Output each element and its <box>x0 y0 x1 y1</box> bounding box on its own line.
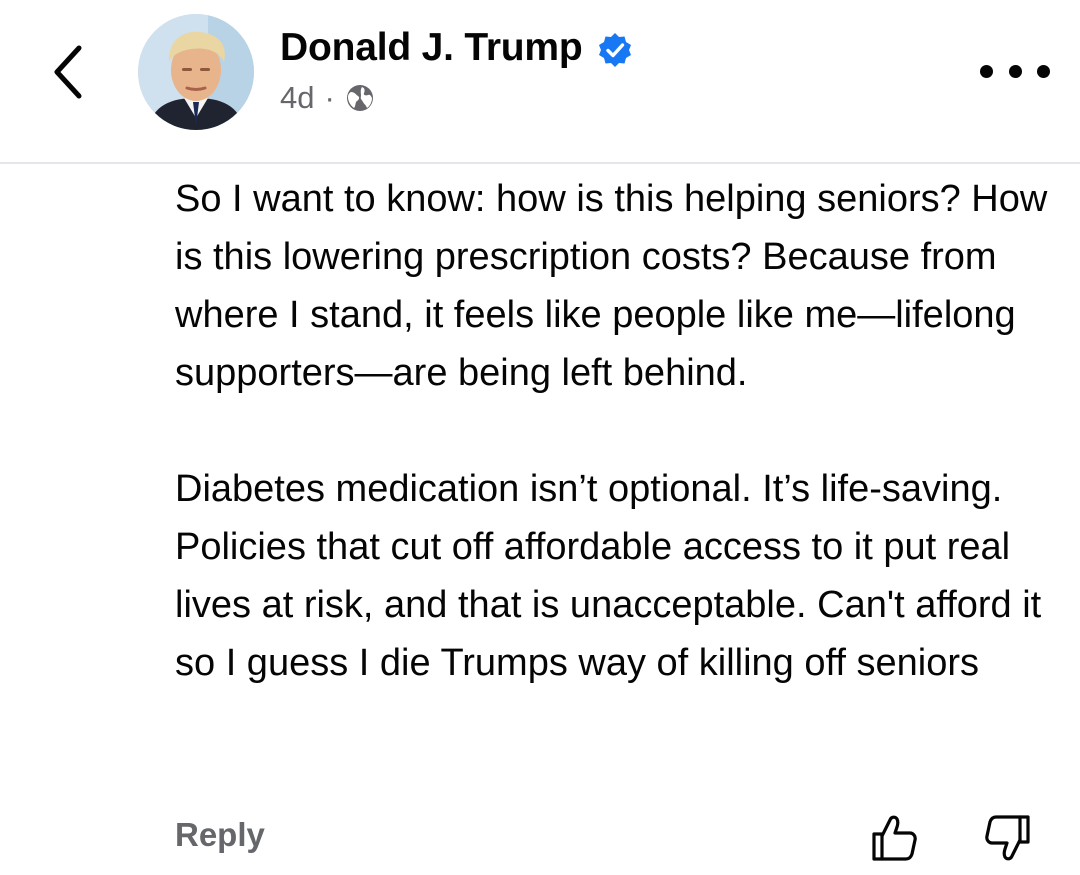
more-dot <box>980 64 993 78</box>
dislike-button[interactable] <box>982 812 1034 864</box>
thumbs-up-icon <box>872 815 917 861</box>
more-dot <box>1037 64 1050 78</box>
more-options-button[interactable] <box>980 56 1050 86</box>
more-dot <box>1008 64 1022 78</box>
comment-paragraph: So I want to know: how is this helping s… <box>175 178 1048 394</box>
back-button[interactable] <box>40 40 96 104</box>
globe-icon <box>346 85 373 111</box>
comment-paragraph: Diabetes medication isn’t optional. It’s… <box>175 468 1042 684</box>
verified-badge-icon <box>598 33 631 67</box>
reply-button[interactable]: Reply <box>175 816 265 854</box>
chevron-left-icon <box>54 45 82 99</box>
like-button[interactable] <box>868 812 920 864</box>
comment-text: So I want to know: how is this helping s… <box>175 170 1055 692</box>
avatar[interactable] <box>138 14 254 130</box>
post-timestamp[interactable]: 4d <box>280 80 314 116</box>
meta-separator: · <box>324 80 335 115</box>
post-header: Donald J. Trump 4d · <box>0 0 1080 164</box>
thumbs-down-icon <box>985 815 1030 861</box>
author-name[interactable]: Donald J. Trump <box>280 26 583 70</box>
